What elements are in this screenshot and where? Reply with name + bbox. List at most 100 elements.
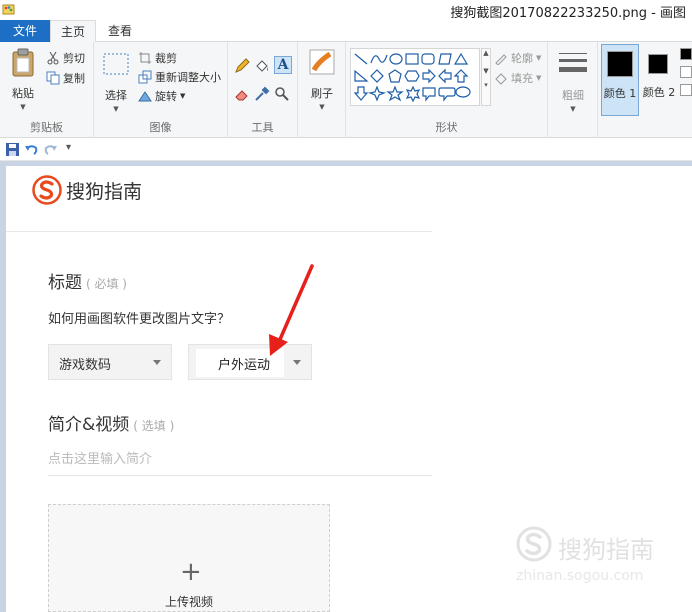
color2-button[interactable]: 颜色 2 xyxy=(641,44,677,116)
text-tool-button[interactable]: A xyxy=(274,56,292,74)
resize-label: 重新调整大小 xyxy=(155,71,221,84)
window-title: 搜狗截图20170822233250.png - 画图 xyxy=(450,6,686,21)
cut-button[interactable]: 剪切 xyxy=(46,50,85,66)
shapes-gallery[interactable] xyxy=(350,48,480,106)
upload-video-area[interactable]: + 上传视频 xyxy=(48,504,330,612)
plus-icon: + xyxy=(180,557,202,587)
pentagon-shape-icon[interactable] xyxy=(388,69,402,83)
right-arrow-shape-icon[interactable] xyxy=(422,68,436,84)
magnifier-icon[interactable] xyxy=(274,86,290,102)
gallery-expand-icon[interactable]: ▾ xyxy=(482,81,490,89)
undo-icon[interactable] xyxy=(25,143,38,156)
right-triangle-shape-icon[interactable] xyxy=(354,69,369,82)
brushes-group: 刷子 ▼ xyxy=(298,42,346,138)
ribbon-tabs: 文件 主页 查看 xyxy=(0,20,692,43)
rotate-label: 旋转 xyxy=(155,90,177,103)
redo-icon[interactable] xyxy=(44,143,57,156)
header-divider xyxy=(6,231,432,232)
category-dropdown-1[interactable]: 游戏数码 xyxy=(48,344,172,380)
clipboard-group-label: 剪贴板 xyxy=(30,121,63,134)
tools-group-label: 工具 xyxy=(251,121,274,134)
red-arrow-annotation xyxy=(269,264,314,356)
color1-swatch xyxy=(607,51,633,77)
rounded-rectangle-shape-icon[interactable] xyxy=(421,53,435,65)
size-label: 粗细 xyxy=(562,89,584,102)
up-arrow-shape-icon[interactable] xyxy=(453,69,469,83)
shapes-grid[interactable] xyxy=(353,51,479,105)
category-1-value: 游戏数码 xyxy=(59,358,112,373)
color1-label: 颜色 1 xyxy=(603,87,637,100)
selection-rectangle-icon xyxy=(103,53,129,75)
line-thickness-icon xyxy=(559,53,587,72)
fill-button[interactable]: 填充 ▼ xyxy=(494,70,541,86)
fill-bucket-icon[interactable] xyxy=(254,58,270,74)
left-arrow-shape-icon[interactable] xyxy=(438,68,452,84)
upload-video-label: 上传视频 xyxy=(164,595,213,609)
crop-label: 裁剪 xyxy=(155,52,177,65)
palette-swatch-black[interactable] xyxy=(680,48,692,60)
rotate-button[interactable]: 旋转 ▼ xyxy=(138,88,185,104)
triangle-shape-icon[interactable] xyxy=(453,52,469,65)
select-button[interactable]: 选择 ▼ xyxy=(100,50,132,113)
logo-text: 搜狗指南 xyxy=(66,180,143,203)
down-arrow-shape-icon[interactable] xyxy=(353,86,369,101)
chevron-down-icon: ▼ xyxy=(536,54,542,62)
sogou-logo-icon xyxy=(32,175,62,205)
callout-rectangle-shape-icon[interactable] xyxy=(422,87,436,102)
callout-rounded-shape-icon[interactable] xyxy=(438,87,456,102)
title-label-text: 标题 xyxy=(48,273,82,293)
tab-view[interactable]: 查看 xyxy=(98,20,142,42)
intro-input[interactable]: 点击这里输入简介 xyxy=(48,448,432,476)
six-point-star-shape-icon[interactable] xyxy=(405,85,421,103)
tab-file[interactable]: 文件 xyxy=(0,20,50,42)
clipboard-icon xyxy=(12,48,34,77)
chevron-down-icon: ▼ xyxy=(180,92,186,100)
size-button[interactable]: 粗细 ▼ xyxy=(556,50,590,113)
paste-button[interactable]: 粘贴 ▼ xyxy=(6,48,40,111)
tab-home[interactable]: 主页 xyxy=(50,20,96,43)
resize-icon xyxy=(138,70,152,84)
callout-oval-shape-icon[interactable] xyxy=(455,86,471,98)
color1-button[interactable]: 颜色 1 xyxy=(601,44,639,116)
paint-app-icon[interactable] xyxy=(2,2,16,16)
brushes-button[interactable]: 刷子 ▼ xyxy=(304,48,340,111)
palette-swatch-white[interactable] xyxy=(680,66,692,78)
outline-button[interactable]: 轮廓 ▼ xyxy=(494,50,541,66)
copy-icon xyxy=(46,71,60,85)
palette-swatch-white-2[interactable] xyxy=(680,84,692,96)
title-value[interactable]: 如何用画图软件更改图片文字？ xyxy=(48,308,230,327)
diamond-shape-icon[interactable] xyxy=(370,69,384,83)
image-group: 选择 ▼ 裁剪 重新调整大小 旋转 ▼ 图像 xyxy=(94,42,228,138)
color-picker-icon[interactable] xyxy=(254,86,270,102)
customize-toolbar-icon[interactable]: ▾ xyxy=(66,142,71,153)
intro-optional-hint: ( 选填 ) xyxy=(133,419,175,433)
chevron-down-icon xyxy=(153,360,161,365)
crop-button[interactable]: 裁剪 xyxy=(138,50,177,66)
pencil-icon[interactable] xyxy=(234,58,250,74)
rotate-icon xyxy=(138,91,152,102)
chevron-down-icon: ▼ xyxy=(536,74,542,82)
line-shape-icon[interactable] xyxy=(354,53,368,65)
title-required-hint: ( 必填 ) xyxy=(86,277,127,291)
image-group-label: 图像 xyxy=(149,121,172,134)
five-point-star-shape-icon[interactable] xyxy=(386,85,404,102)
chevron-down-icon: ▼ xyxy=(20,103,26,111)
gallery-up-icon[interactable]: ▲ xyxy=(482,49,490,57)
copy-button[interactable]: 复制 xyxy=(46,70,85,86)
four-point-star-shape-icon[interactable] xyxy=(367,85,387,102)
title-bar: 搜狗截图20170822233250.png - 画图 xyxy=(0,0,692,21)
hexagon-shape-icon[interactable] xyxy=(404,70,420,82)
ribbon: 粘贴 ▼ 剪切 复制 剪贴板 选择 ▼ 裁剪 重新调整大小 旋转 ▼ 图像 A … xyxy=(0,42,692,138)
shapes-gallery-scroll[interactable]: ▲ ▼ ▾ xyxy=(481,48,491,106)
rectangle-shape-icon[interactable] xyxy=(405,53,419,65)
polygon-shape-icon[interactable] xyxy=(438,53,452,65)
outline-label: 轮廓 xyxy=(511,52,533,65)
gallery-down-icon[interactable]: ▼ xyxy=(482,67,490,75)
select-label: 选择 xyxy=(105,89,127,102)
oval-shape-icon[interactable] xyxy=(389,53,403,65)
curve-shape-icon[interactable] xyxy=(370,54,388,64)
eraser-icon[interactable] xyxy=(234,86,250,102)
resize-button[interactable]: 重新调整大小 xyxy=(138,69,221,85)
brushes-label: 刷子 xyxy=(311,87,333,100)
save-icon[interactable] xyxy=(6,143,19,156)
